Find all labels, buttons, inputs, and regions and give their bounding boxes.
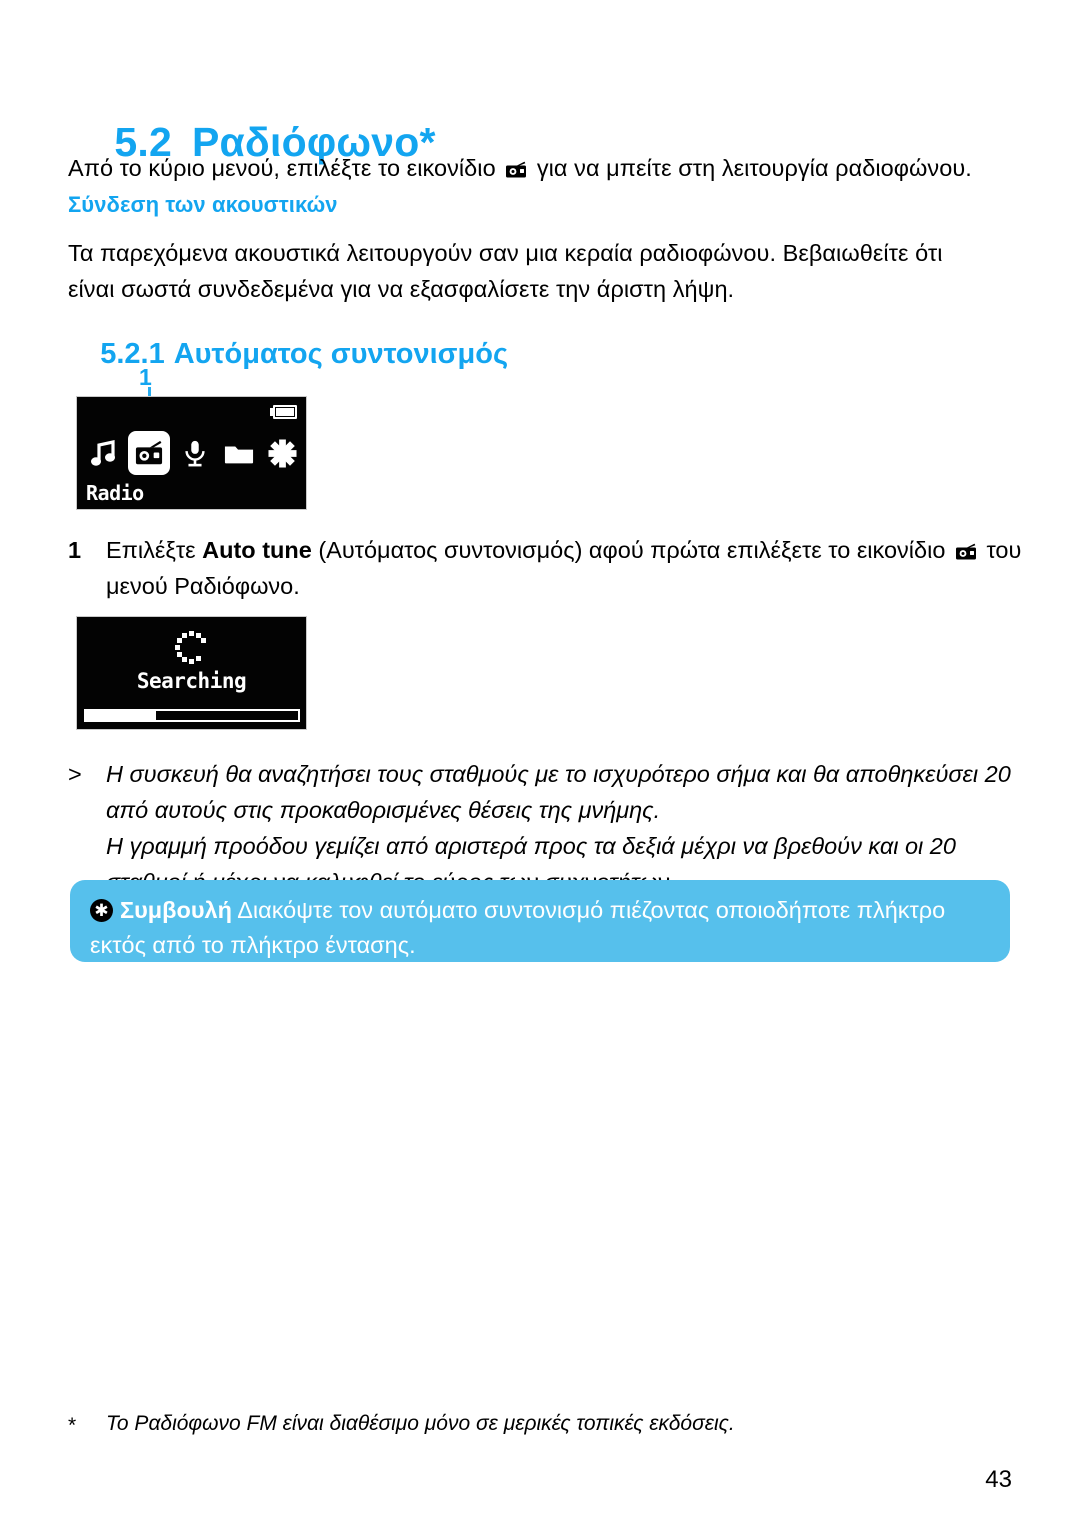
lcd-icon-row [85, 429, 300, 477]
microphone-icon[interactable] [178, 431, 213, 475]
radio-icon [505, 152, 527, 178]
loading-spinner-icon [174, 631, 209, 665]
lcd-main-menu-screen: Radio [76, 396, 307, 510]
asterisk-icon [90, 899, 113, 922]
subsection-title: 5.2.1 Αυτόματος συντονισμός [68, 305, 508, 404]
footnote: * Το Ραδιόφωνο FM είναι διαθέσιμο μόνο σ… [68, 1409, 968, 1439]
subsection-number: 5.2.1 [100, 338, 165, 370]
headphones-paragraph: Τα παρεχόμενα ακουστικά λειτουργούν σαν … [68, 240, 943, 302]
document-page: 5.2 Ραδιόφωνο* Από το κύριο μενού, επιλέξ… [0, 0, 1080, 1527]
progress-bar [84, 709, 300, 722]
step-text-before-bold: Επιλέξτε [106, 537, 203, 563]
tip-content: Συμβουλή Διακόψτε τον αυτόματο συντονισμ… [90, 893, 988, 963]
radio-icon[interactable] [128, 431, 170, 475]
footnote-marker: * [68, 1414, 77, 1437]
result-note-line-1: Η συσκευή θα αναζητήσει τους σταθμούς με… [106, 761, 1011, 823]
step-marker: 1 [68, 537, 82, 563]
step-bold-term: Auto tune [202, 537, 312, 563]
page-number: 43 [985, 1466, 1012, 1493]
folder-icon[interactable] [221, 431, 256, 475]
intro-text-after: για να μπείτε στη λειτουργία ραδιοφώνου. [530, 155, 972, 181]
step-text: Επιλέξτε Auto tune (Αυτόματος συντονισμό… [106, 532, 1028, 604]
step-item-1: 1 Επιλέξτε Auto tune (Αυτόματος συντονισ… [68, 532, 1028, 604]
result-note-marker: > [68, 761, 82, 787]
gear-icon[interactable] [265, 431, 300, 475]
intro-paragraph: Από το κύριο μενού, επιλέξτε το εικονίδι… [68, 150, 1028, 186]
footnote-text: Το Ραδιόφωνο FM είναι διαθέσιμο μόνο σε … [106, 1412, 735, 1435]
tip-callout-box: Συμβουλή Διακόψτε τον αυτόματο συντονισμ… [70, 880, 1010, 962]
battery-icon [270, 405, 297, 419]
battery-fill [276, 408, 294, 416]
lcd-searching-screen: Searching [76, 616, 307, 730]
headphones-subheading: Σύνδεση των ακουστικών [68, 192, 338, 217]
searching-label: Searching [136, 669, 247, 693]
progress-bar-fill [86, 711, 156, 720]
radio-icon [955, 534, 977, 560]
tip-label: Συμβουλή [120, 897, 232, 923]
result-note-body: Η συσκευή θα αναζητήσει τους σταθμούς με… [106, 756, 1033, 900]
step-text-after-bold: (Αυτόματος συντονισμός) αφού πρώτα επιλέ… [311, 537, 952, 563]
music-note-icon[interactable] [85, 431, 120, 475]
result-note: > Η συσκευή θα αναζητήσει τους σταθμούς … [68, 756, 1033, 900]
lcd-menu-label: Radio [86, 481, 144, 505]
intro-text-before: Από το κύριο μενού, επιλέξτε το εικονίδι… [68, 155, 503, 181]
subsection-label: Αυτόματος συντονισμός [173, 338, 509, 370]
